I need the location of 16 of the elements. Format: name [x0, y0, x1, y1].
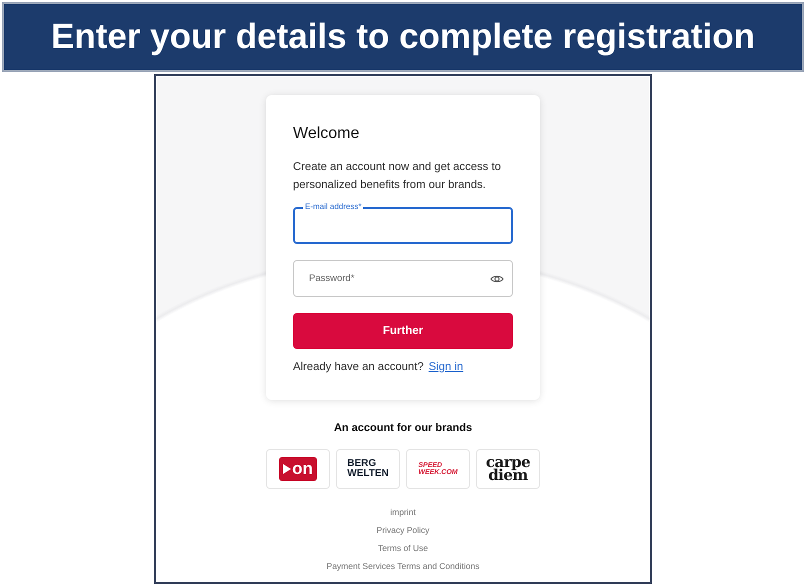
footer-link[interactable]: Terms of Use — [378, 542, 428, 554]
brand-logo[interactable]: on — [279, 457, 317, 481]
field-label: E-mail address* — [303, 202, 364, 211]
welcome-title: Welcome — [293, 125, 360, 143]
sign-in-link[interactable]: Sign in — [428, 361, 464, 373]
brands-heading: An account for our brands — [332, 422, 474, 434]
password-field[interactable]: Password* — [293, 260, 513, 297]
footer-link[interactable]: Payment Services Terms and Conditions — [326, 560, 480, 572]
eye-icon[interactable] — [490, 274, 504, 284]
signin-prompt: Already have an account? — [293, 361, 424, 373]
intro-text: Create an account now and get access to personalized benefits from our brands. — [293, 160, 502, 193]
footer-link[interactable]: imprint — [390, 506, 416, 518]
field-label: Password* — [309, 273, 354, 284]
further-button[interactable]: Further — [293, 313, 513, 349]
footer-link[interactable]: Privacy Policy — [376, 524, 430, 536]
banner-title: Enter your details to complete registration — [50, 17, 756, 57]
